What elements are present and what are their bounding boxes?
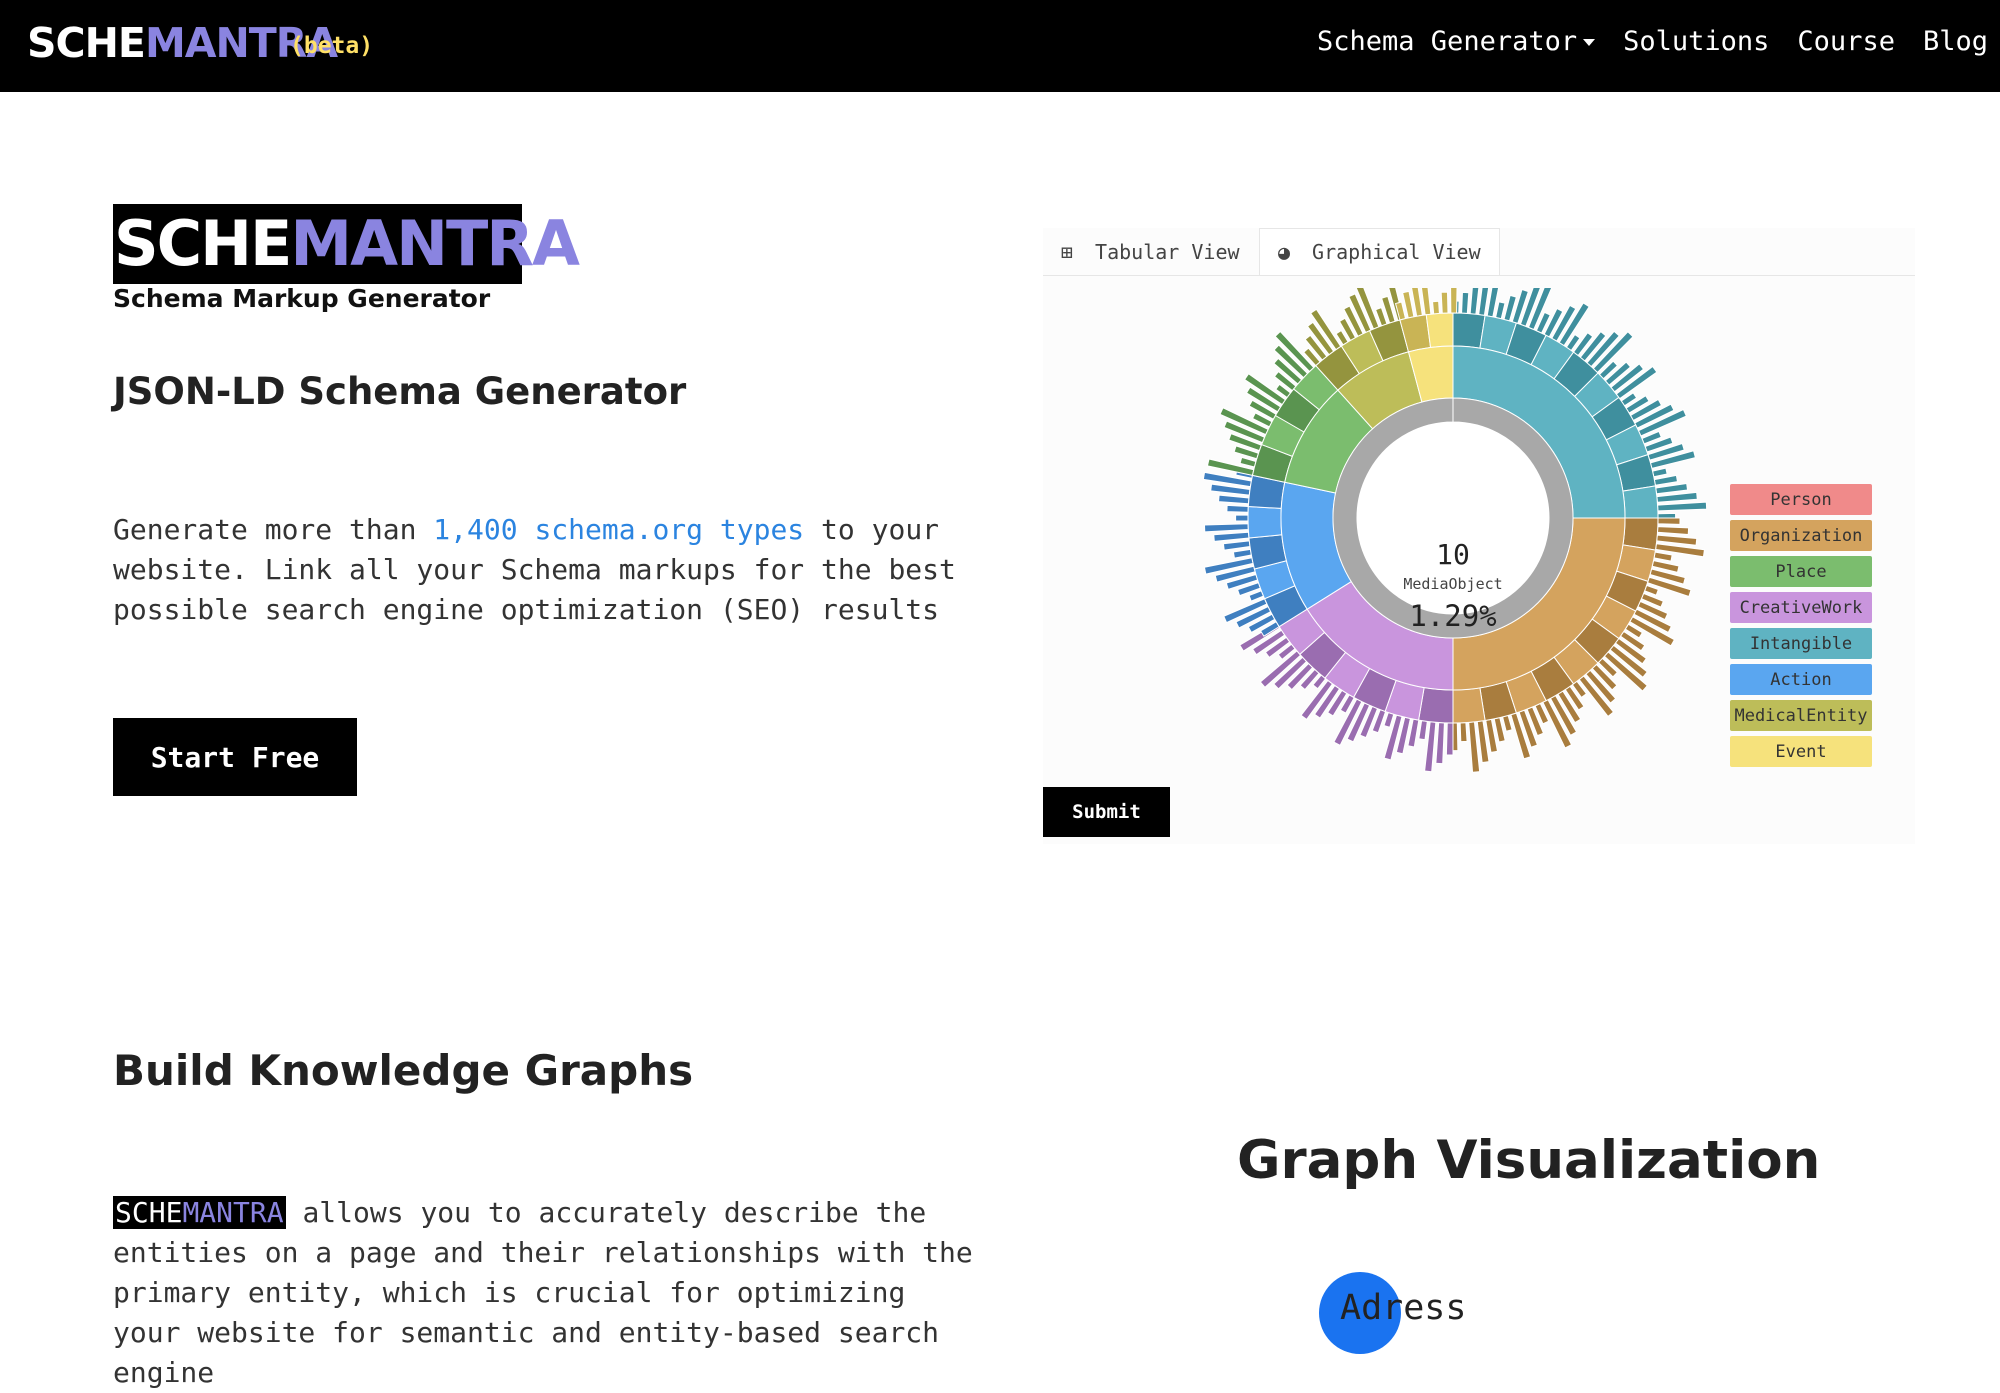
submit-button[interactable]: Submit [1043, 787, 1170, 837]
tab-divider [1043, 275, 1915, 276]
sunburst-leaf-intangible[interactable] [1651, 467, 1668, 478]
sunburst-leaf-event[interactable] [1440, 291, 1449, 314]
sunburst-chart[interactable]: 10 MediaObject 1.29% [1193, 288, 1713, 788]
start-free-button[interactable]: Start Free [113, 718, 357, 796]
sunburst-leaf-organization[interactable] [1656, 534, 1698, 546]
hero-subtitle: Schema Markup Generator [113, 284, 491, 313]
sunburst-leaf-action[interactable] [1248, 590, 1265, 602]
sunburst-leaf-organization[interactable] [1657, 517, 1681, 525]
knowledge-graphs-heading: Build Knowledge Graphs [113, 1046, 694, 1095]
hero-logo-part-1: SCHE [114, 207, 292, 280]
center-percent: 1.29% [1409, 599, 1496, 633]
sunburst-leaf-action[interactable] [1213, 531, 1250, 542]
table-icon: ⊞ [1061, 239, 1074, 264]
sunburst-subsegment-event[interactable] [1425, 312, 1454, 349]
pie-icon: ◕ [1278, 240, 1291, 264]
chevron-down-icon [1583, 39, 1596, 46]
sunburst-leaf-organization[interactable] [1459, 722, 1468, 743]
sunburst-leaf-place[interactable] [1239, 456, 1257, 468]
schema-explorer-widget: ⊞ Tabular View ◕ Graphical View 10 Media… [1043, 228, 1915, 844]
legend-intangible[interactable]: Intangible [1730, 628, 1872, 659]
hero-logo-part-2: MANTRA [290, 207, 580, 280]
sunburst-leaf-action[interactable] [1232, 548, 1252, 559]
sunburst-leaf-action[interactable] [1222, 540, 1251, 551]
sunburst-leaf-event[interactable] [1432, 300, 1440, 315]
sunburst-leaf-organization[interactable] [1653, 551, 1673, 562]
sunburst-leaf-organization[interactable] [1643, 584, 1659, 596]
nav-course[interactable]: Course [1797, 26, 1895, 57]
nav-links: Schema Generator Solutions Course Blog [1317, 26, 1988, 57]
sunburst-leaf-creativework[interactable] [1445, 722, 1454, 756]
sunburst-leaf-intangible[interactable] [1461, 291, 1470, 315]
sunburst-subsegment-organization[interactable] [1452, 687, 1486, 724]
tab-tabular-label: Tabular View [1095, 239, 1240, 264]
sunburst-leaf-intangible[interactable] [1657, 501, 1708, 512]
hero-logo: SCHEMANTRA [114, 204, 580, 284]
top-navbar: SCHEMANTRA (beta) Schema Generator Solut… [0, 0, 2000, 92]
nav-solutions[interactable]: Solutions [1623, 26, 1769, 57]
inline-logo: SCHEMANTRA [113, 1196, 286, 1229]
sunburst-leaf-creativework[interactable] [1418, 720, 1428, 741]
schema-types-link[interactable]: 1,400 schema.org types [433, 513, 804, 546]
sunburst-leaf-creativework[interactable] [1435, 721, 1445, 765]
tab-graphical-label: Graphical View [1312, 240, 1481, 264]
sunburst-leaf-intangible[interactable] [1495, 301, 1506, 320]
nav-schema-generator[interactable]: Schema Generator [1317, 26, 1596, 57]
sunburst-leaf-organization[interactable] [1501, 714, 1513, 732]
sunburst-leaf-event[interactable] [1450, 288, 1458, 314]
legend-person[interactable]: Person [1730, 484, 1872, 515]
legend-event[interactable]: Event [1730, 736, 1872, 767]
sunburst-leaf-action[interactable] [1218, 494, 1250, 505]
center-type: MediaObject [1403, 575, 1502, 593]
hero-heading: JSON-LD Schema Generator [113, 370, 687, 413]
legend-place[interactable]: Place [1730, 556, 1872, 587]
sunburst-leaf-organization[interactable] [1656, 526, 1690, 535]
center-count: 10 [1436, 538, 1470, 571]
inline-logo-part-1: SCHE [115, 1196, 183, 1229]
legend-creativework[interactable]: CreativeWork [1730, 592, 1872, 623]
knowledge-graphs-description: SCHEMANTRA allows you to accurately desc… [113, 1193, 973, 1393]
nav-schema-generator-label: Schema Generator [1317, 26, 1578, 57]
sunburst-subsegment-action[interactable] [1247, 506, 1283, 539]
graph-node-label: Adress [1340, 1288, 1467, 1328]
graph-visualization-title: Graph Visualization [1237, 1130, 1821, 1191]
tab-tabular-view[interactable]: ⊞ Tabular View [1061, 228, 1240, 275]
sunburst-subsegment-intangible[interactable] [1622, 485, 1659, 519]
inline-logo-part-2: MANTRA [182, 1196, 284, 1229]
brand-part-1: SCHE [27, 19, 146, 67]
sunburst-leaf-action[interactable] [1226, 504, 1249, 513]
sunburst-leaf-action[interactable] [1203, 523, 1249, 533]
legend-action[interactable]: Action [1730, 664, 1872, 695]
hero-description: Generate more than 1,400 schema.org type… [113, 510, 973, 630]
sunburst-leaf-action[interactable] [1235, 514, 1249, 522]
sunburst-subsegment-creativework[interactable] [1418, 686, 1454, 724]
sunburst-leaf-intangible[interactable] [1655, 482, 1689, 495]
sunburst-legend: Person Organization Place CreativeWork I… [1730, 484, 1872, 772]
legend-organization[interactable]: Organization [1730, 520, 1872, 551]
sunburst-leaf-intangible[interactable] [1469, 288, 1480, 315]
sunburst-leaf-intangible[interactable] [1653, 474, 1679, 486]
hero-text-before: Generate more than [113, 513, 434, 546]
legend-medicalentity[interactable]: MedicalEntity [1730, 700, 1872, 731]
sunburst-leaf-intangible[interactable] [1656, 491, 1698, 503]
beta-badge: (beta) [290, 33, 374, 59]
tab-graphical-view[interactable]: ◕ Graphical View [1259, 228, 1500, 275]
sunburst-leaf-creativework[interactable] [1383, 711, 1395, 728]
nav-blog[interactable]: Blog [1923, 26, 1988, 57]
